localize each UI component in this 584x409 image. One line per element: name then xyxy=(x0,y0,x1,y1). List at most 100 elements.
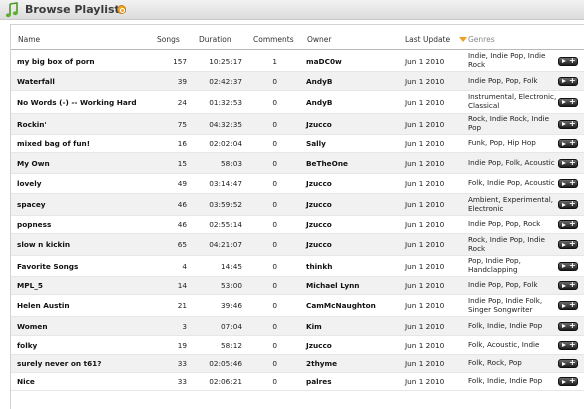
owner-link[interactable]: 2thyme xyxy=(306,355,401,372)
play-add-icon[interactable] xyxy=(558,239,578,249)
column-header-name[interactable]: Name xyxy=(18,35,40,44)
owner-link[interactable]: Jzucco xyxy=(306,114,401,134)
playlist-name-link[interactable]: mixed bag of fun! xyxy=(17,135,157,152)
play-add-icon[interactable] xyxy=(558,119,578,129)
owner-link[interactable]: Michael Lynn xyxy=(306,277,401,294)
owner-link[interactable]: BeTheOne xyxy=(306,153,401,173)
playlist-name-link[interactable]: folky xyxy=(17,336,157,354)
genres-value: Instrumental, Electronic, Classical xyxy=(468,92,557,110)
playlist-name-link[interactable]: No Words (-) -- Working Hard xyxy=(17,91,157,113)
owner-link[interactable]: Jzucco xyxy=(306,234,401,255)
play-add-icon[interactable] xyxy=(558,56,578,66)
owner-link[interactable]: maDC0w xyxy=(306,51,401,71)
songs-count: 19 xyxy=(177,340,187,350)
table-row[interactable]: slow n kickin 65 04:21:07 0 Jzucco Jun 1 2010… xyxy=(11,234,584,256)
owner-link[interactable]: AndyB xyxy=(306,91,401,113)
comments-count: 0 xyxy=(272,281,277,290)
playlist-name-link[interactable]: surely never on t61? xyxy=(17,355,157,372)
playlist-name-link[interactable]: Favorite Songs xyxy=(17,256,157,276)
comments-count: 0 xyxy=(272,340,277,350)
column-header-last-update[interactable]: Last Update xyxy=(405,35,450,44)
table-row[interactable]: mixed bag of fun! 16 02:02:04 0 Sally Jun 1 2… xyxy=(11,135,584,153)
owner-link[interactable]: Jzucco xyxy=(306,336,401,354)
rss-icon[interactable] xyxy=(117,5,126,14)
playlist-name-link[interactable]: Helen Austin xyxy=(17,295,157,316)
row-action xyxy=(557,277,579,294)
playlist-name-link[interactable]: lovely xyxy=(17,174,157,193)
playlist-name-link[interactable]: slow n kickin xyxy=(17,234,157,255)
play-add-icon[interactable] xyxy=(558,219,578,229)
songs-count: 3 xyxy=(182,321,187,331)
play-add-icon[interactable] xyxy=(558,178,578,188)
column-header-comments[interactable]: Comments xyxy=(253,35,294,44)
play-add-icon[interactable] xyxy=(558,199,578,209)
owner-link[interactable]: Jzucco xyxy=(306,174,401,193)
playlist-name-link[interactable]: Women xyxy=(17,317,157,335)
owner-link[interactable]: palres xyxy=(306,373,401,390)
row-action xyxy=(557,91,579,113)
table-row[interactable]: popness 46 02:55:14 0 Jzucco Jun 1 2010 Indie … xyxy=(11,216,584,234)
play-add-icon[interactable] xyxy=(558,300,578,310)
table-row[interactable]: Helen Austin 21 39:46 0 CamMcNaughton Jun 1 2… xyxy=(11,295,584,317)
table-row[interactable]: my big box of porn 157 10:25:17 1 maDC0w Jun … xyxy=(11,51,584,72)
table-row[interactable]: Nice 33 02:06:21 0 palres Jun 1 2010 Folk, Ind… xyxy=(11,373,584,391)
play-add-icon[interactable] xyxy=(558,321,578,331)
play-add-icon[interactable] xyxy=(558,138,578,148)
playlist-name-link[interactable]: my big box of porn xyxy=(17,51,157,71)
genres-value: Ambient, Experimental, Electronic xyxy=(468,194,554,213)
column-header-owner[interactable]: Owner xyxy=(307,35,332,44)
play-add-icon[interactable] xyxy=(558,280,578,290)
playlist-name-link[interactable]: Waterfall xyxy=(17,72,157,90)
comments-count: 0 xyxy=(272,97,277,107)
table-row[interactable]: lovely 49 03:14:47 0 Jzucco Jun 1 2010 Folk, I… xyxy=(11,174,584,194)
playlist-name-link[interactable]: spacey xyxy=(17,194,157,215)
last-update-value: Jun 1 2010 xyxy=(405,179,445,188)
play-add-icon[interactable] xyxy=(558,376,578,386)
row-action xyxy=(557,72,579,90)
table-row[interactable]: Favorite Songs 4 14:45 0 thinkh Jun 1 2010 Pop… xyxy=(11,256,584,277)
table-row[interactable]: My Own 15 58:03 0 BeTheOne Jun 1 2010 Indie Po… xyxy=(11,153,584,174)
duration-value: 07:04 xyxy=(220,321,242,331)
column-header-songs[interactable]: Songs xyxy=(157,35,180,44)
table-row[interactable]: Women 3 07:04 0 Kim Jun 1 2010 Folk, Indie, In… xyxy=(11,317,584,336)
owner-link[interactable]: Jzucco xyxy=(306,216,401,233)
play-add-icon[interactable] xyxy=(558,76,578,86)
duration-value: 04:21:07 xyxy=(209,240,242,249)
play-add-icon[interactable] xyxy=(558,340,578,350)
play-add-icon[interactable] xyxy=(558,261,578,271)
last-update-value: Jun 1 2010 xyxy=(405,261,445,271)
play-add-icon[interactable] xyxy=(558,97,578,107)
table-row[interactable]: spacey 46 03:59:52 0 Jzucco Jun 1 2010 Ambient… xyxy=(11,194,584,216)
table-row[interactable]: No Words (-) -- Working Hard 24 01:32:53 0 A… xyxy=(11,91,584,114)
table-header: Name Songs Duration Comments Owner Last … xyxy=(11,29,584,50)
playlist-name-link[interactable]: Rockin' xyxy=(17,114,157,134)
table-row[interactable]: surely never on t61? 33 02:05:46 0 2thyme Jun… xyxy=(11,355,584,373)
last-update-value: Jun 1 2010 xyxy=(405,377,445,386)
table-row[interactable]: Waterfall 39 02:42:37 0 AndyB Jun 1 2010 Indie… xyxy=(11,72,584,91)
last-update-value: Jun 1 2010 xyxy=(405,321,445,331)
owner-link[interactable]: AndyB xyxy=(306,72,401,90)
row-action xyxy=(557,135,579,152)
play-add-icon[interactable] xyxy=(558,158,578,168)
playlist-name-link[interactable]: My Own xyxy=(17,153,157,173)
playlist-name-link[interactable]: Nice xyxy=(17,373,157,390)
table-row[interactable]: MPL_5 14 53:00 0 Michael Lynn Jun 1 2010 Indie… xyxy=(11,277,584,295)
playlist-name-link[interactable]: MPL_5 xyxy=(17,277,157,294)
genres-value: Folk, Indie Pop, Acoustic xyxy=(468,178,555,188)
playlist-name-link[interactable]: popness xyxy=(17,216,157,233)
column-header-duration[interactable]: Duration xyxy=(199,35,232,44)
last-update-value: Jun 1 2010 xyxy=(405,240,445,249)
table-row[interactable]: Rockin' 75 04:32:35 0 Jzucco Jun 1 2010 Rock, … xyxy=(11,114,584,135)
owner-link[interactable]: Kim xyxy=(306,317,401,335)
owner-link[interactable]: Sally xyxy=(306,135,401,152)
last-update-value: Jun 1 2010 xyxy=(405,56,445,66)
sort-desc-icon[interactable] xyxy=(459,37,467,42)
genres-value: Funk, Pop, Hip Hop xyxy=(468,138,536,148)
owner-link[interactable]: Jzucco xyxy=(306,194,401,215)
owner-link[interactable]: thinkh xyxy=(306,256,401,276)
table-row[interactable]: folky 19 58:12 0 Jzucco Jun 1 2010 Folk, Acous… xyxy=(11,336,584,355)
duration-value: 58:03 xyxy=(220,158,242,168)
play-add-icon[interactable] xyxy=(558,358,578,368)
owner-link[interactable]: CamMcNaughton xyxy=(306,295,401,316)
row-action xyxy=(557,216,579,233)
